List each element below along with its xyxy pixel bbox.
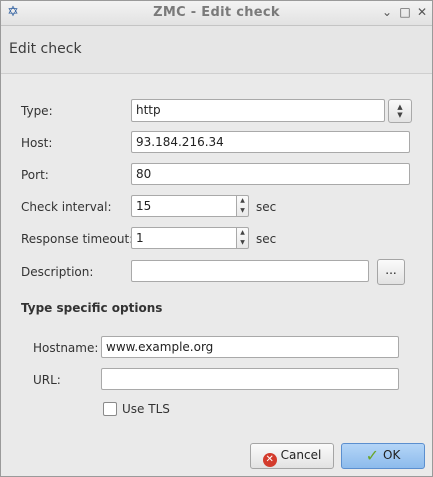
- check-interval-unit: sec: [256, 200, 277, 214]
- response-timeout-label: Response timeout:: [21, 232, 134, 246]
- check-interval-stepper[interactable]: ▲ ▼: [237, 195, 249, 217]
- hostname-label: Hostname:: [33, 341, 99, 355]
- url-label: URL:: [33, 373, 61, 387]
- chevron-up-icon: ▲: [397, 103, 403, 111]
- host-label: Host:: [21, 136, 53, 150]
- close-icon[interactable]: ✕: [414, 4, 430, 20]
- description-browse-button[interactable]: ...: [377, 259, 405, 285]
- description-input[interactable]: [131, 260, 369, 282]
- dialog-header: Edit check: [1, 26, 432, 74]
- window-title: ZMC - Edit check: [153, 5, 280, 20]
- ok-button-label: OK: [383, 448, 401, 462]
- cancel-button[interactable]: ✕ Cancel: [250, 443, 334, 469]
- port-label: Port:: [21, 168, 49, 182]
- response-timeout-unit: sec: [256, 232, 277, 246]
- cancel-icon: ✕: [262, 453, 277, 467]
- response-timeout-input[interactable]: 1: [131, 227, 237, 249]
- hostname-input[interactable]: www.example.org: [101, 336, 399, 358]
- check-interval-input[interactable]: 15: [131, 195, 237, 217]
- edit-check-window: ✡ ZMC - Edit check ⌄ □ ✕ Edit check Type…: [0, 0, 433, 477]
- maximize-icon[interactable]: □: [397, 4, 413, 20]
- type-select[interactable]: http: [131, 99, 385, 122]
- host-input[interactable]: 93.184.216.34: [131, 131, 410, 153]
- stepper-down-icon[interactable]: ▼: [237, 206, 248, 216]
- stepper-up-icon[interactable]: ▲: [237, 228, 248, 238]
- checkmark-icon: ✓: [365, 446, 380, 465]
- url-input[interactable]: [101, 368, 399, 390]
- check-interval-label: Check interval:: [21, 200, 112, 214]
- stepper-down-icon[interactable]: ▼: [237, 238, 248, 248]
- type-select-button[interactable]: ▲ ▼: [388, 99, 412, 123]
- response-timeout-stepper[interactable]: ▲ ▼: [237, 227, 249, 249]
- title-bar[interactable]: ✡ ZMC - Edit check ⌄ □ ✕: [1, 1, 432, 26]
- use-tls-checkbox[interactable]: [103, 402, 117, 416]
- port-input[interactable]: 80: [131, 163, 410, 185]
- cancel-button-label: Cancel: [280, 448, 322, 462]
- minimize-icon[interactable]: ⌄: [379, 4, 395, 20]
- use-tls-label[interactable]: Use TLS: [122, 402, 170, 416]
- type-label: Type:: [21, 104, 53, 118]
- chevron-down-icon: ▼: [397, 111, 403, 119]
- stepper-up-icon[interactable]: ▲: [237, 196, 248, 206]
- dialog-title: Edit check: [9, 41, 82, 57]
- type-specific-title: Type specific options: [21, 301, 163, 315]
- description-label: Description:: [21, 265, 94, 279]
- ok-button[interactable]: ✓ OK: [341, 443, 425, 469]
